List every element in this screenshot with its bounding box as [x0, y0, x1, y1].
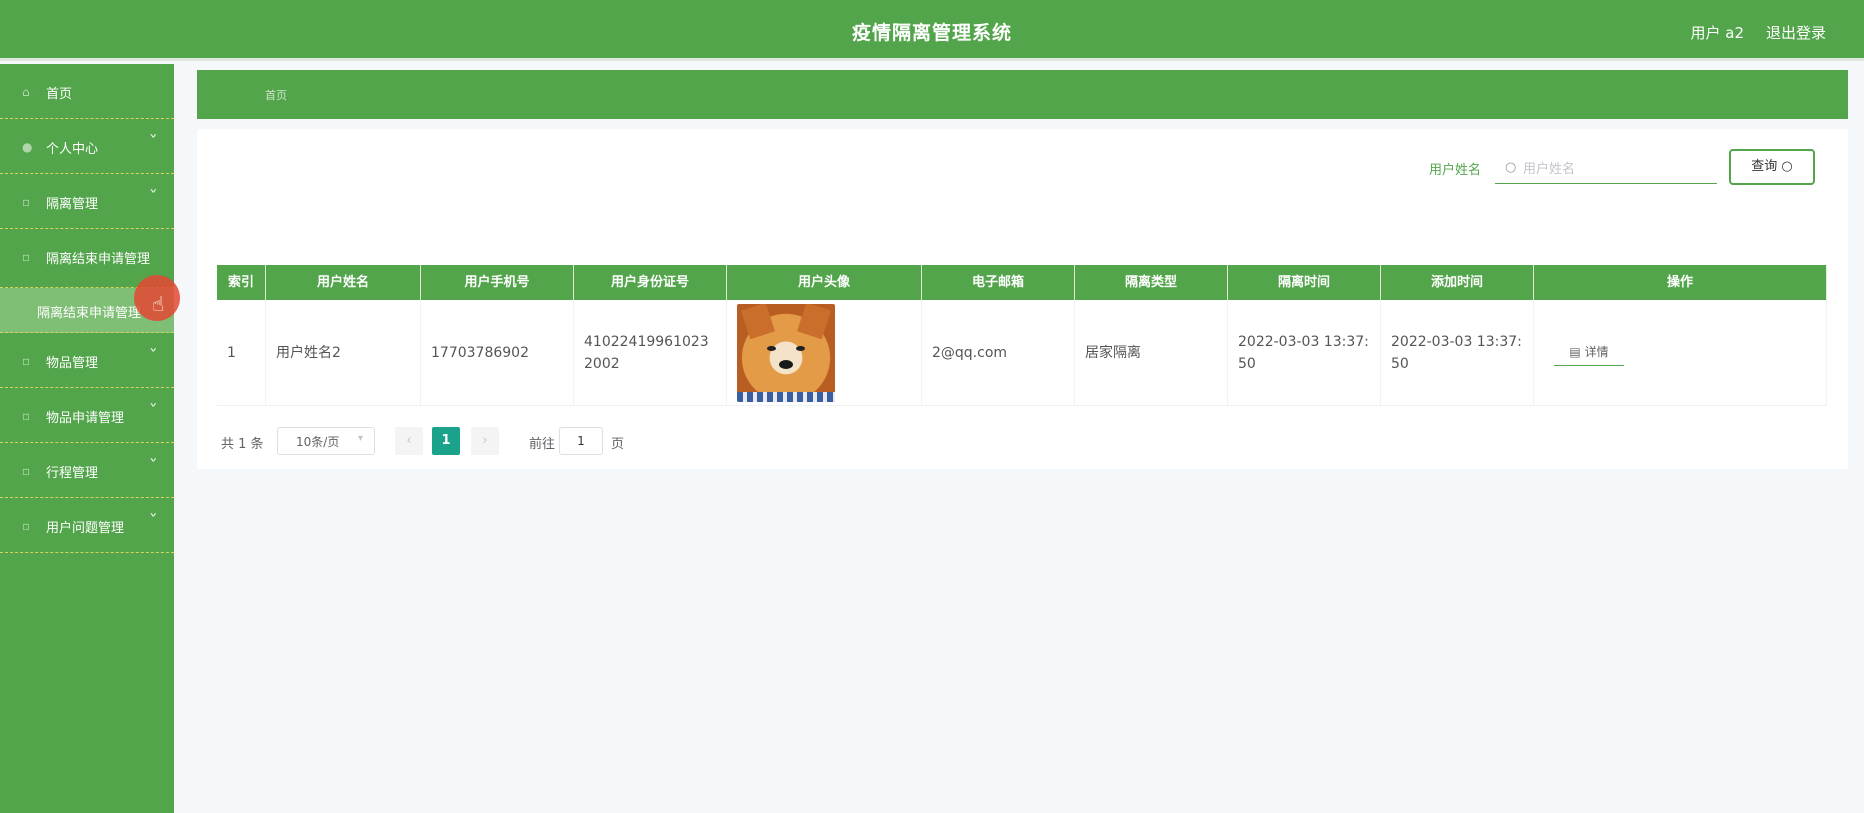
breadcrumb-home[interactable]: 首页 — [265, 87, 287, 103]
sidebar-item-label: 行程管理 — [46, 466, 99, 481]
page-number-current[interactable]: 1 — [432, 427, 460, 455]
cell-isolation-time: 2022-03-03 13:37:50 — [1228, 300, 1381, 405]
current-user: 用户 a2 — [1690, 24, 1744, 42]
query-button-label: 查询 — [1751, 159, 1778, 174]
user-icon: ● — [22, 140, 33, 154]
page-size-select[interactable]: 10条/页 ▾ — [277, 427, 375, 455]
column-header: 用户姓名 — [266, 265, 421, 300]
query-button[interactable]: 查询 ○ — [1729, 149, 1815, 185]
column-header: 用户身份证号 — [574, 265, 727, 300]
table-header: 索引 用户姓名 用户手机号 用户身份证号 用户头像 电子邮箱 隔离类型 隔离时间… — [217, 265, 1827, 300]
cell-email: 2@qq.com — [922, 300, 1075, 405]
cell-add-time: 2022-03-03 13:37:50 — [1381, 300, 1534, 405]
sidebar-item-label: 隔离结束申请管理 — [46, 252, 151, 267]
chevron-down-icon: ▾ — [358, 433, 364, 444]
column-header: 添加时间 — [1381, 265, 1534, 300]
page-suffix: 页 — [611, 437, 625, 452]
chevron-down-icon: ˅ — [148, 189, 158, 204]
logout-link[interactable]: 退出登录 — [1766, 22, 1826, 43]
hand-cursor-icon: ☝ — [152, 292, 165, 316]
folder-icon: ▫ — [22, 250, 31, 264]
table-row: 1 用户姓名2 17703786902 410224199610232002 2… — [217, 300, 1827, 406]
document-icon: ▤ — [1569, 345, 1585, 359]
sidebar-item-label: 物品申请管理 — [46, 411, 125, 426]
page-size-value: 10条/页 — [296, 435, 340, 449]
column-header: 操作 — [1534, 265, 1827, 300]
sidebar-item-label: 个人中心 — [46, 142, 99, 157]
sidebar-item-user-questions[interactable]: ▫ 用户问题管理 ˅ — [0, 498, 174, 553]
cell-avatar — [727, 300, 922, 405]
sidebar-item-goods-apply[interactable]: ▫ 物品申请管理 ˅ — [0, 388, 174, 443]
total-count: 共 1 条 — [221, 437, 264, 452]
search-input[interactable] — [1521, 158, 1715, 180]
column-header: 用户手机号 — [421, 265, 574, 300]
goto-page-input[interactable]: 1 — [559, 427, 603, 455]
chevron-down-icon: ˅ — [148, 513, 158, 528]
sidebar-item-home[interactable]: ⌂ 首页 — [0, 64, 174, 119]
top-bar: 疫情隔离管理系统 用户 a2 退出登录 — [0, 0, 1864, 61]
sidebar-item-label: 物品管理 — [46, 356, 99, 371]
cell-name: 用户姓名2 — [266, 300, 421, 405]
sidebar-item-goods[interactable]: ▫ 物品管理 ˅ — [0, 333, 174, 388]
search-icon: ○ — [1505, 160, 1517, 175]
submenu-item-label: 隔离结束申请管理 — [37, 306, 142, 321]
folder-icon: ▫ — [22, 464, 31, 478]
cell-id-card: 410224199610232002 — [574, 300, 727, 405]
sidebar-item-label: 隔离管理 — [46, 197, 99, 212]
app-title: 疫情隔离管理系统 — [851, 22, 1012, 44]
column-header: 电子邮箱 — [922, 265, 1075, 300]
search-label: 用户姓名 — [1429, 163, 1482, 178]
sidebar-item-label: 首页 — [46, 87, 73, 102]
search-icon: ○ — [1781, 159, 1793, 174]
column-header: 索引 — [217, 265, 266, 300]
chevron-down-icon: ˅ — [148, 403, 158, 418]
chevron-down-icon: ˅ — [148, 134, 158, 149]
column-header: 隔离类型 — [1075, 265, 1228, 300]
folder-icon: ▫ — [22, 519, 31, 533]
sidebar-item-label: 用户问题管理 — [46, 521, 125, 536]
cell-type: 居家隔离 — [1075, 300, 1228, 405]
avatar — [737, 303, 835, 402]
cell-index: 1 — [217, 300, 266, 405]
chevron-down-icon: ˅ — [148, 458, 158, 473]
chevron-down-icon: ˅ — [148, 348, 158, 363]
sidebar-item-itinerary[interactable]: ▫ 行程管理 ˅ — [0, 443, 174, 498]
detail-button-label: 详情 — [1584, 345, 1609, 359]
column-header: 用户头像 — [727, 265, 922, 300]
breadcrumb: 首页 — [197, 70, 1848, 119]
content-card: 用户姓名 ○ 查询 ○ 索引 用户姓名 用户手机号 用户身份证号 用户头像 电子… — [197, 129, 1848, 469]
search-field[interactable]: ○ — [1495, 154, 1717, 184]
goto-label: 前往 — [529, 437, 556, 452]
sidebar-item-personal-center[interactable]: ● 个人中心 ˅ — [0, 119, 174, 174]
prev-page-button[interactable]: ‹ — [395, 427, 423, 455]
folder-icon: ▫ — [22, 195, 31, 209]
sidebar: ⌂ 首页 ● 个人中心 ˅ ▫ 隔离管理 ˅ ▫ 隔离结束申请管理 隔离结束申请… — [0, 64, 174, 813]
next-page-button[interactable]: › — [471, 427, 499, 455]
column-header: 隔离时间 — [1228, 265, 1381, 300]
home-icon: ⌂ — [22, 85, 30, 99]
cell-actions: ▤ 详情 — [1534, 300, 1827, 405]
data-table: 索引 用户姓名 用户手机号 用户身份证号 用户头像 电子邮箱 隔离类型 隔离时间… — [217, 265, 1827, 406]
cell-phone: 17703786902 — [421, 300, 574, 405]
folder-icon: ▫ — [22, 409, 31, 423]
folder-icon: ▫ — [22, 354, 31, 368]
sidebar-item-isolation[interactable]: ▫ 隔离管理 ˅ — [0, 174, 174, 229]
detail-button[interactable]: ▤ 详情 — [1554, 339, 1624, 366]
